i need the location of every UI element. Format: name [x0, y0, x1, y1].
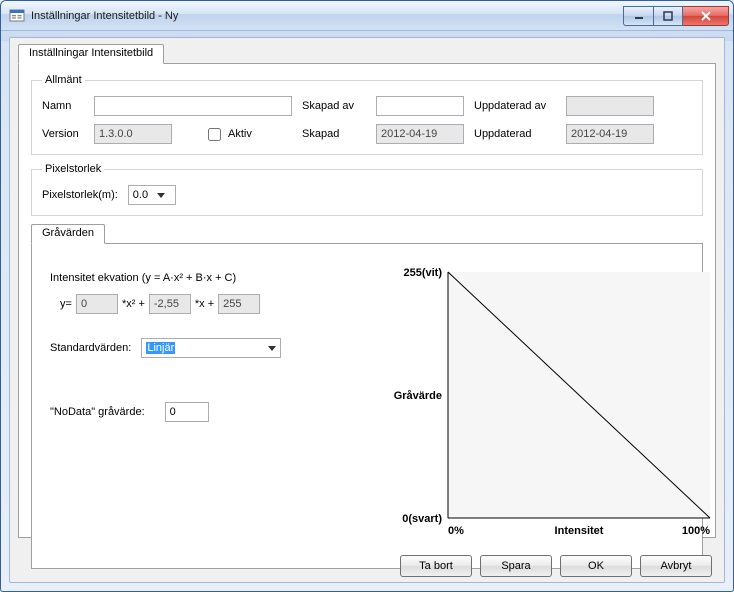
label-equation: Intensitet ekvation (y = A·x² + B·x + C)	[50, 272, 350, 284]
cancel-button[interactable]: Avbryt	[640, 555, 712, 577]
pixelsize-value: 0.0	[133, 189, 148, 201]
minimize-button[interactable]	[623, 6, 653, 26]
label-created-by: Skapad av	[302, 100, 366, 112]
coef-a-input	[76, 294, 118, 314]
defaults-combo[interactable]: Linjär	[141, 338, 281, 358]
label-pixelsize: Pixelstorlek(m):	[42, 189, 118, 201]
tab-main-label: Inställningar Intensitetbild	[29, 47, 153, 59]
ok-button[interactable]: OK	[560, 555, 632, 577]
window-buttons	[623, 6, 729, 26]
svg-text:Intensitet: Intensitet	[555, 525, 604, 537]
created-input	[376, 124, 464, 144]
updated-input	[566, 124, 654, 144]
group-general-legend: Allmänt	[42, 74, 85, 86]
main-tab-page: Allmänt Namn Skapad av Uppdaterad av Ver…	[18, 63, 716, 538]
tab-main[interactable]: Inställningar Intensitetbild	[18, 44, 164, 64]
delete-button[interactable]: Ta bort	[400, 555, 472, 577]
tab-grayvalues[interactable]: Gråvärden	[31, 224, 105, 244]
label-nodata: "NoData" gråvärde:	[50, 406, 145, 418]
gray-left-panel: Intensitet ekvation (y = A·x² + B·x + C)…	[50, 272, 350, 422]
svg-text:0%: 0%	[448, 525, 464, 537]
save-button[interactable]: Spara	[480, 555, 552, 577]
app-icon	[9, 8, 25, 24]
coef-b-input	[149, 294, 191, 314]
label-active: Aktiv	[228, 128, 252, 140]
label-y-equals: y=	[60, 298, 72, 310]
intensity-chart: 0(svart) 255(vit) 0% 100% Gråvärde Intensitet	[384, 262, 714, 554]
chevron-down-icon	[153, 186, 169, 204]
gray-chart-panel: 0(svart) 255(vit) 0% 100% Gråvärde Intensitet	[384, 262, 714, 562]
chevron-down-icon	[264, 339, 280, 357]
label-times-x: *x +	[195, 298, 214, 310]
svg-text:100%: 100%	[682, 525, 710, 537]
version-input	[94, 124, 172, 144]
coef-c-input	[218, 294, 260, 314]
label-updated-by: Uppdaterad av	[474, 100, 556, 112]
client-area: Inställningar Intensitetbild Allmänt Nam…	[9, 37, 725, 583]
name-input[interactable]	[94, 96, 292, 116]
active-checkbox[interactable]	[208, 128, 221, 141]
group-general: Allmänt Namn Skapad av Uppdaterad av Ver…	[31, 74, 703, 155]
label-created: Skapad	[302, 128, 366, 140]
titlebar[interactable]: Inställningar Intensitetbild - Ny	[1, 1, 733, 31]
label-name: Namn	[42, 100, 84, 112]
window: Inställningar Intensitetbild - Ny Instäl…	[0, 0, 734, 592]
gray-tab-page: Intensitet ekvation (y = A·x² + B·x + C)…	[31, 243, 703, 569]
svg-text:255(vit): 255(vit)	[403, 267, 442, 279]
window-title: Inställningar Intensitetbild - Ny	[31, 10, 623, 22]
updated-by-input	[566, 96, 654, 116]
label-times-x2: *x² +	[122, 298, 145, 310]
label-version: Version	[42, 128, 84, 140]
main-tab-control: Inställningar Intensitetbild Allmänt Nam…	[18, 44, 716, 538]
label-defaults: Standardvärden:	[50, 342, 131, 354]
group-pixelsize: Pixelstorlek Pixelstorlek(m): 0.0	[31, 163, 703, 216]
svg-text:0(svart): 0(svart)	[402, 513, 442, 525]
pixelsize-combo[interactable]: 0.0	[128, 185, 176, 205]
nodata-input[interactable]	[165, 402, 209, 422]
svg-text:Gråvärde: Gråvärde	[394, 390, 442, 402]
gray-tab-control: Gråvärden Intensitet ekvation (y = A·x² …	[31, 224, 703, 592]
label-updated: Uppdaterad	[474, 128, 556, 140]
group-pixelsize-legend: Pixelstorlek	[42, 163, 104, 175]
created-by-input[interactable]	[376, 96, 464, 116]
maximize-button[interactable]	[653, 6, 683, 26]
tab-grayvalues-label: Gråvärden	[42, 227, 94, 239]
button-bar: Ta bort Spara OK Avbryt	[400, 555, 712, 577]
defaults-value: Linjär	[146, 342, 175, 354]
close-button[interactable]	[683, 6, 729, 26]
